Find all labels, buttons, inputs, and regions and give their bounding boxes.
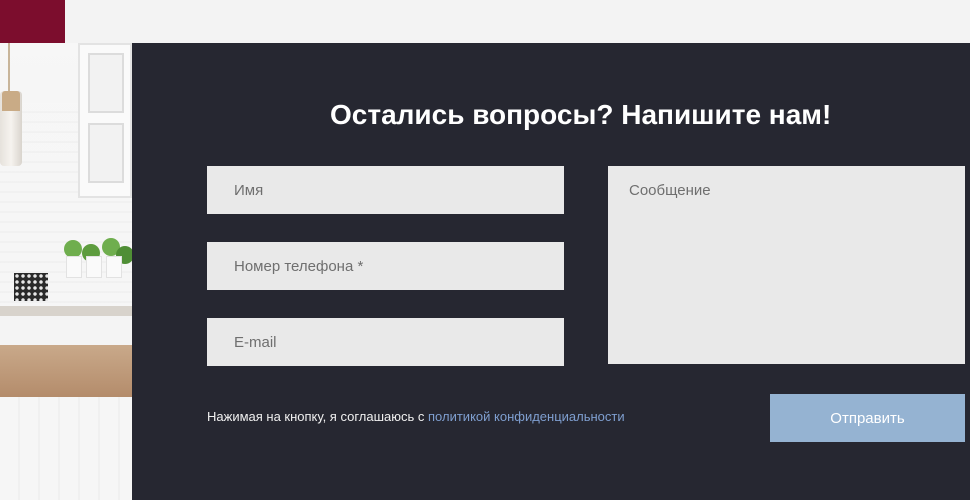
- privacy-policy-link[interactable]: политикой конфиденциальности: [428, 409, 625, 424]
- name-input[interactable]: Имя: [207, 166, 564, 214]
- message-textarea[interactable]: Сообщение: [608, 166, 965, 364]
- consent-text: Нажимая на кнопку, я соглашаюсь с: [207, 409, 429, 424]
- email-input[interactable]: E-mail: [207, 318, 564, 366]
- consent-note: Нажимая на кнопку, я соглашаюсь с полити…: [207, 409, 625, 424]
- submit-button[interactable]: Отправить: [770, 394, 965, 442]
- kitchen-background-image: [0, 43, 132, 500]
- form-title: Остались вопросы? Напишите нам!: [330, 99, 832, 130]
- brand-block: [0, 0, 65, 43]
- phone-input[interactable]: Номер телефона *: [207, 242, 564, 290]
- header-strip: [0, 0, 970, 43]
